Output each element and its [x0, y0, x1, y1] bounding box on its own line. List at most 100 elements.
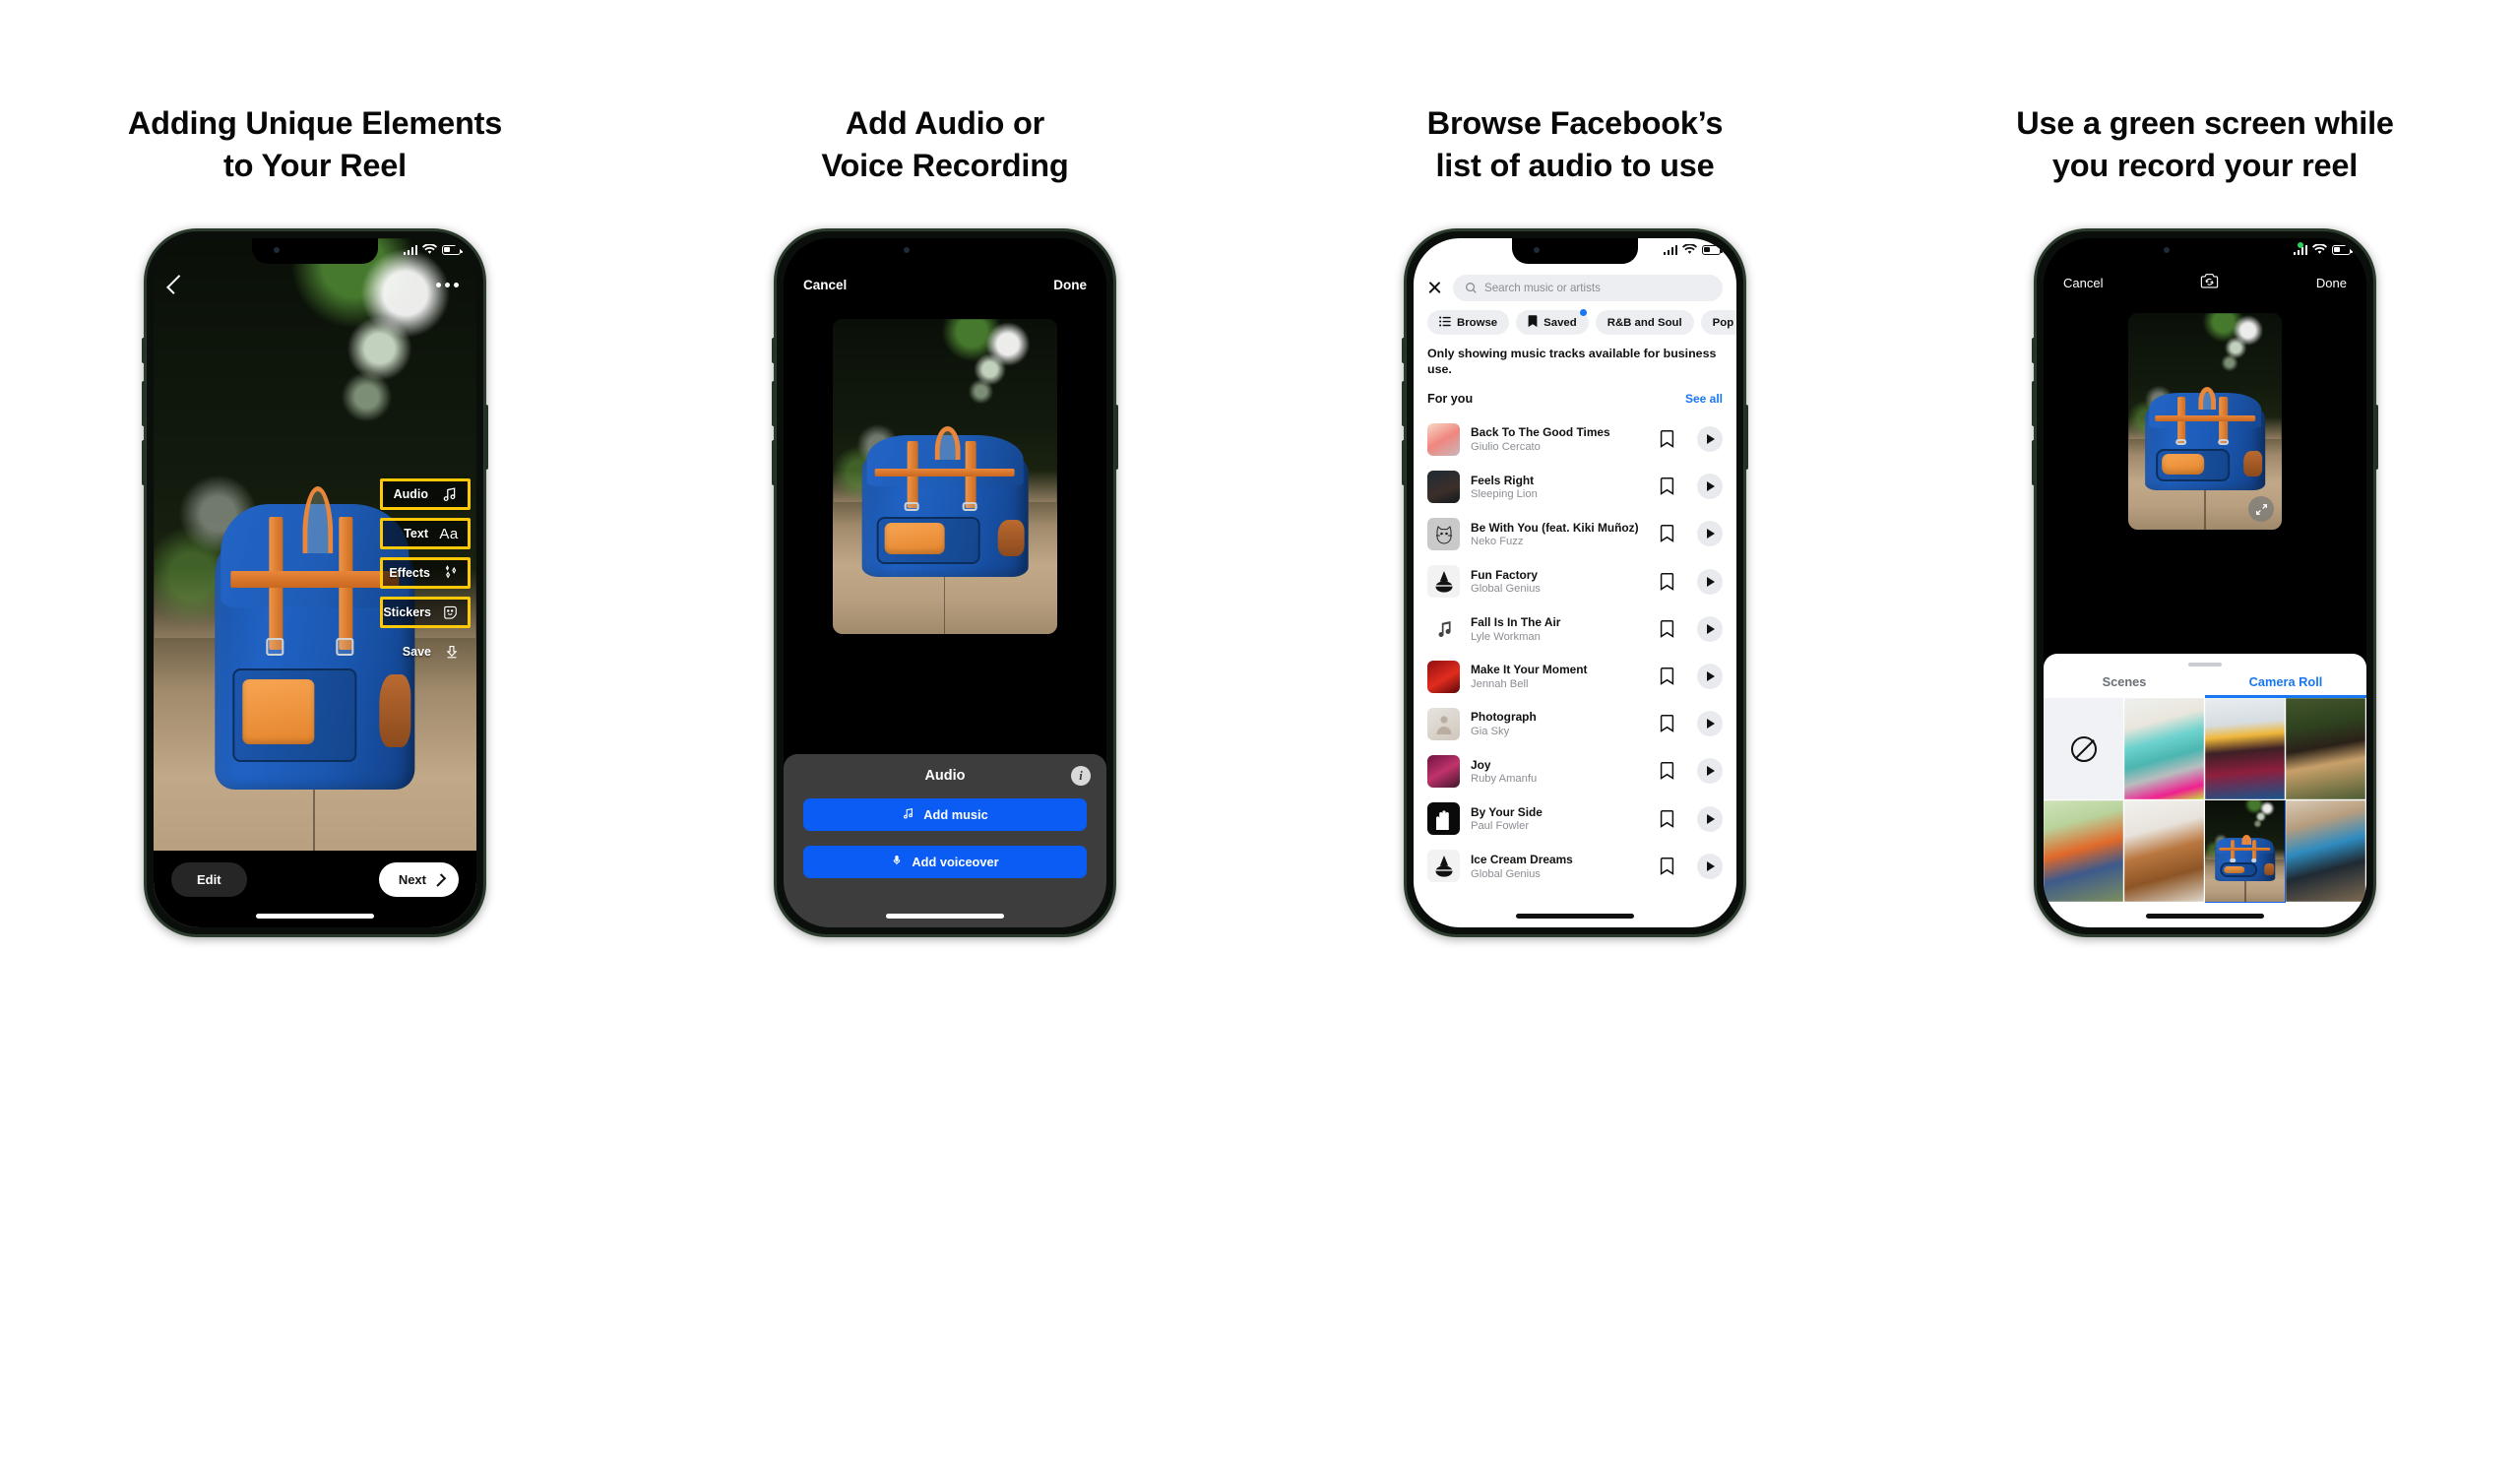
device-notch: [2142, 238, 2268, 264]
photo-hiking-pack[interactable]: [2286, 800, 2366, 903]
track-row[interactable]: Fall Is In The Air Lyle Workman: [1414, 605, 1736, 653]
volume-down-button[interactable]: [772, 440, 776, 485]
play-track-button[interactable]: [1697, 711, 1723, 737]
track-row[interactable]: Photograph Gia Sky: [1414, 700, 1736, 747]
camera-top-bar: Cancel Done: [2044, 268, 2366, 297]
photo-station[interactable]: [2205, 698, 2286, 800]
volume-up-button[interactable]: [1402, 381, 1406, 426]
chip-browse[interactable]: Browse: [1427, 310, 1510, 335]
play-track-button[interactable]: [1697, 521, 1723, 547]
play-track-button[interactable]: [1697, 426, 1723, 453]
play-track-button[interactable]: [1697, 474, 1723, 500]
mute-switch[interactable]: [1402, 338, 1406, 363]
volume-up-button[interactable]: [772, 381, 776, 426]
chip-saved[interactable]: Saved: [1516, 309, 1589, 335]
tool-effects-button[interactable]: Effects: [380, 557, 471, 589]
green-screen-preview[interactable]: [2128, 313, 2282, 530]
play-track-button[interactable]: [1697, 758, 1723, 785]
save-track-button[interactable]: [1660, 525, 1677, 543]
volume-down-button[interactable]: [2032, 440, 2036, 485]
bookmark-icon: [1660, 715, 1674, 733]
add-voiceover-button[interactable]: Add voiceover: [803, 846, 1087, 878]
bookmark-icon: [1660, 809, 1674, 828]
edit-button[interactable]: Edit: [171, 862, 247, 897]
track-row[interactable]: Ice Cream Dreams Global Genius: [1414, 843, 1736, 890]
volume-up-button[interactable]: [142, 381, 146, 426]
photo-blue-backpack[interactable]: [2205, 800, 2286, 903]
done-button[interactable]: Done: [1053, 278, 1087, 292]
more-options-icon[interactable]: [436, 282, 459, 287]
search-input[interactable]: Search music or artists: [1453, 274, 1723, 301]
cancel-button[interactable]: Cancel: [803, 278, 847, 292]
bookmark-icon: [1660, 762, 1674, 781]
track-row[interactable]: Be With You (feat. Kiki Muñoz) Neko Fuzz: [1414, 510, 1736, 557]
play-track-button[interactable]: [1697, 615, 1723, 642]
tool-stickers-button[interactable]: Stickers: [380, 597, 471, 628]
sheet-grabber[interactable]: [2188, 663, 2222, 667]
camera-roll-grid[interactable]: [2044, 698, 2366, 903]
photo-leather-bag[interactable]: [2124, 800, 2205, 903]
expand-icon[interactable]: [2248, 496, 2274, 522]
video-preview[interactable]: [833, 319, 1057, 634]
mute-switch[interactable]: [2032, 338, 2036, 363]
next-button[interactable]: Next: [378, 862, 459, 897]
track-row[interactable]: Feels Right Sleeping Lion: [1414, 463, 1736, 510]
power-button[interactable]: [1114, 405, 1118, 470]
save-track-button[interactable]: [1660, 762, 1677, 781]
play-track-button[interactable]: [1697, 805, 1723, 832]
photo-friends[interactable]: [2124, 698, 2205, 800]
track-row[interactable]: Joy Ruby Amanfu: [1414, 747, 1736, 794]
save-track-button[interactable]: [1660, 572, 1677, 591]
camera-flip-icon[interactable]: [2200, 273, 2219, 292]
tool-audio-button[interactable]: Audio: [380, 478, 471, 510]
add-music-button[interactable]: Add music: [803, 798, 1087, 831]
power-button[interactable]: [484, 405, 488, 470]
done-button[interactable]: Done: [2316, 276, 2347, 290]
chip-label: R&B and Soul: [1606, 316, 1682, 329]
save-track-button[interactable]: [1660, 667, 1677, 685]
save-track-button[interactable]: [1660, 430, 1677, 448]
tool-save-button[interactable]: Save: [380, 636, 471, 667]
track-list[interactable]: Back To The Good Times Giulio Cercato Feel…: [1414, 415, 1736, 927]
music-note-icon: [439, 484, 459, 504]
mute-switch[interactable]: [142, 338, 146, 363]
track-row[interactable]: Back To The Good Times Giulio Cercato: [1414, 415, 1736, 463]
phone-mockup-1: Audio Text Aa Effects Stickers Save Edit…: [142, 228, 488, 937]
save-track-button[interactable]: [1660, 809, 1677, 828]
volume-up-button[interactable]: [2032, 381, 2036, 426]
heading-line-1: Use a green screen while: [2016, 105, 2394, 141]
volume-down-button[interactable]: [1402, 440, 1406, 485]
tab-camera-roll[interactable]: Camera Roll: [2205, 674, 2366, 698]
photo-hiker[interactable]: [2286, 698, 2366, 800]
power-button[interactable]: [2374, 405, 2378, 470]
close-icon[interactable]: [1427, 281, 1442, 295]
save-track-button[interactable]: [1660, 477, 1677, 496]
cancel-button[interactable]: Cancel: [2063, 276, 2103, 290]
track-row[interactable]: Make It Your Moment Jennah Bell: [1414, 653, 1736, 700]
track-row[interactable]: Fun Factory Global Genius: [1414, 558, 1736, 605]
power-button[interactable]: [1744, 405, 1748, 470]
volume-down-button[interactable]: [142, 440, 146, 485]
chip-pop[interactable]: Pop: [1700, 310, 1736, 335]
thumbnail-image: [2205, 800, 2285, 902]
chip-rnb[interactable]: R&B and Soul: [1595, 310, 1694, 335]
see-all-link[interactable]: See all: [1685, 392, 1723, 406]
track-title: Ice Cream Dreams: [1471, 853, 1573, 867]
play-track-button[interactable]: [1697, 568, 1723, 595]
save-track-button[interactable]: [1660, 857, 1677, 875]
save-track-button[interactable]: [1660, 619, 1677, 638]
back-icon[interactable]: [166, 275, 186, 294]
info-icon[interactable]: i: [1071, 766, 1091, 786]
battery-icon: [2332, 244, 2353, 255]
play-track-button[interactable]: [1697, 853, 1723, 879]
no-background-option[interactable]: [2044, 698, 2124, 800]
track-title: By Your Side: [1471, 804, 1543, 819]
tool-text-button[interactable]: Text Aa: [380, 518, 471, 549]
mute-switch[interactable]: [772, 338, 776, 363]
photo-tent[interactable]: [2044, 800, 2124, 903]
save-track-button[interactable]: [1660, 715, 1677, 733]
track-row[interactable]: By Your Side Paul Fowler: [1414, 795, 1736, 843]
play-icon: [1707, 671, 1715, 682]
play-track-button[interactable]: [1697, 664, 1723, 690]
tab-scenes[interactable]: Scenes: [2044, 674, 2205, 698]
